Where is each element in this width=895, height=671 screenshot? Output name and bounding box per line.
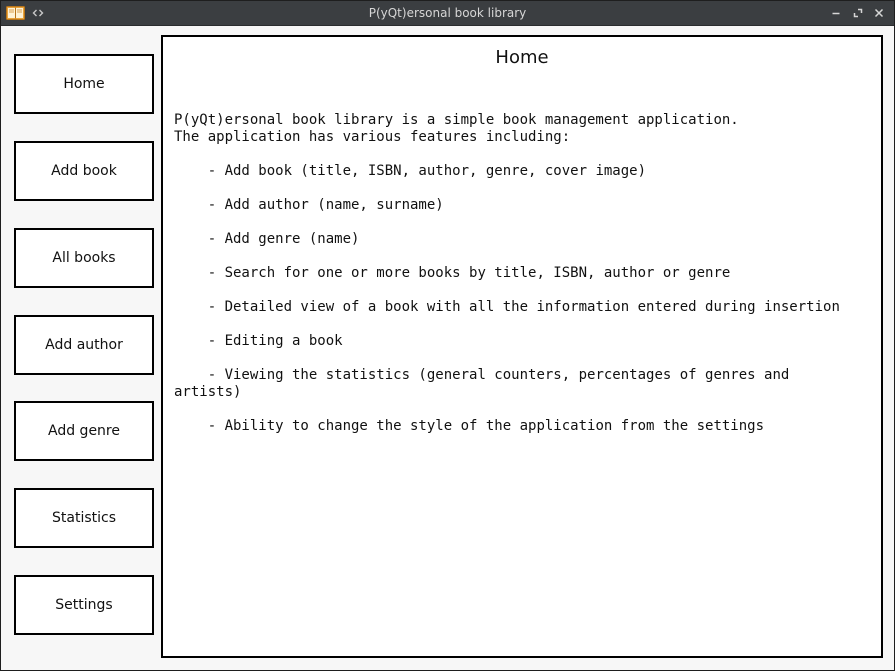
feature-item: - Detailed view of a book with all the i… — [174, 299, 840, 315]
add-author-button[interactable]: Add author — [14, 315, 154, 375]
add-book-button[interactable]: Add book — [14, 141, 154, 201]
statistics-button[interactable]: Statistics — [14, 488, 154, 548]
home-content-panel: Home P(yQt)ersonal book library is a sim… — [161, 35, 883, 658]
close-icon[interactable] — [873, 7, 885, 19]
intro-line: The application has various features inc… — [174, 129, 571, 145]
page-title: Home — [495, 47, 549, 68]
title-bar[interactable]: P(yQt)ersonal book library — [1, 1, 894, 26]
feature-item: - Add genre (name) — [174, 231, 360, 247]
feature-item: - Search for one or more books by title,… — [174, 265, 731, 281]
home-button[interactable]: Home — [14, 54, 154, 114]
app-description: P(yQt)ersonal book library is a simple b… — [174, 112, 864, 435]
add-genre-button[interactable]: Add genre — [14, 401, 154, 461]
settings-button[interactable]: Settings — [14, 575, 154, 635]
feature-item: - Ability to change the style of the app… — [174, 418, 765, 434]
window-title: P(yQt)ersonal book library — [368, 6, 527, 20]
minimize-icon[interactable] — [830, 7, 842, 19]
feature-item: - Editing a book — [174, 333, 343, 349]
feature-item: - Add author (name, surname) — [174, 197, 444, 213]
all-books-button[interactable]: All books — [14, 228, 154, 288]
feature-item: - Add book (title, ISBN, author, genre, … — [174, 163, 647, 179]
app-window: P(yQt)ersonal book library Home Add book… — [0, 0, 895, 671]
maximize-icon[interactable] — [852, 7, 864, 19]
intro-line: P(yQt)ersonal book library is a simple b… — [174, 112, 739, 128]
feature-item: - Viewing the statistics (general counte… — [174, 367, 798, 400]
